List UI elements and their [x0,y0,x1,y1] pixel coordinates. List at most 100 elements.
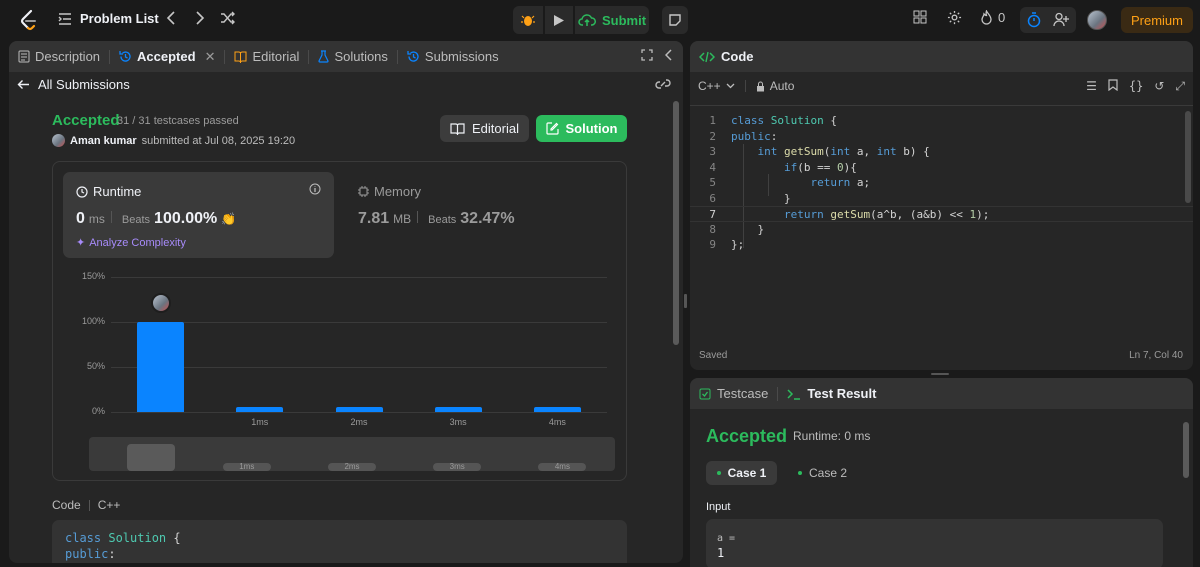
layout-button[interactable] [913,10,927,27]
x-tick-label: 2ms [350,417,368,427]
chart-range-slider[interactable]: 1ms 2ms 3ms 4ms [89,437,615,471]
code-line: 8 } [709,222,765,236]
runtime-beats-value: 100.00% [154,210,218,227]
chart-bar-2ms[interactable] [335,407,383,412]
overview-tick: 3ms [433,463,482,471]
submission-status: Accepted [52,112,120,129]
left-scrollbar[interactable] [673,101,679,345]
chip-icon [358,186,369,197]
braces-icon[interactable]: {} [1129,79,1143,94]
input-var: a = [717,533,736,544]
premium-button[interactable]: Premium [1121,7,1193,33]
memory-card[interactable]: Memory [358,184,421,199]
editor-scrollbar[interactable] [1185,111,1191,203]
editorial-button[interactable]: Editorial [440,115,529,142]
share-link-button[interactable] [655,78,671,93]
horizontal-resize-handle[interactable] [931,373,949,375]
next-problem-button[interactable] [191,11,209,29]
cloud-upload-icon [578,14,596,26]
tab-submissions[interactable]: Submissions [398,41,508,72]
code-line: 1 class Solution { [709,114,837,127]
book-icon [234,51,247,63]
leetcode-logo[interactable] [18,9,38,31]
chart-bar-0ms[interactable] [137,322,185,412]
random-problem-button[interactable] [219,11,237,29]
submitted-code[interactable]: class Solution { public: [52,520,627,563]
add-friend-icon[interactable] [1053,12,1070,27]
note-icon [669,14,681,26]
clap-icon: 👏 [221,212,237,226]
x-tick-label: 4ms [548,417,566,427]
runtime-header: Runtime [76,184,141,199]
tab-solutions[interactable]: Solutions [309,41,396,72]
gridline [111,412,607,413]
chart-bar-1ms[interactable] [236,407,284,412]
prev-problem-button[interactable] [162,11,180,29]
tab-test-result[interactable]: Test Result [778,386,885,401]
slider-handle[interactable] [127,444,175,471]
memory-beats-label: Beats [428,214,457,226]
panel-controls [641,49,673,61]
debug-button[interactable] [513,6,543,34]
gridline [111,322,607,323]
shuffle-icon [221,11,235,25]
language-select[interactable]: C++ [698,79,735,93]
stopwatch-icon[interactable] [1027,12,1041,28]
divider [110,211,112,223]
test-result-status: Accepted [706,426,788,446]
settings-button[interactable] [947,10,962,28]
runtime-card[interactable]: Runtime 0 ms Beats 100.00% 👏 ✦ Analyze C… [63,172,334,258]
submitter-info: Aman kumar submitted at Jul 08, 2025 19:… [52,134,295,147]
submit-button[interactable]: Submit [575,6,649,34]
code-editor[interactable]: 1 class Solution { 2 public: 3 int getSum(… [690,105,1193,345]
user-avatar[interactable] [1087,10,1107,30]
streak-count: 0 [998,10,1006,25]
code-panel-header: Code [690,41,1193,72]
collapse-icon[interactable] [665,49,673,61]
tab-submissions-label: Submissions [424,49,499,64]
y-tick-label: 50% [86,361,105,371]
mode-select[interactable]: Auto [756,79,794,93]
run-toolbar: Submit [513,6,649,34]
tab-testcase[interactable]: Testcase [690,386,777,401]
sparkle-icon: ✦ [76,237,86,249]
tab-description[interactable]: Description [9,41,109,72]
fullscreen-icon[interactable]: ⤢ [1175,79,1185,94]
test-result-runtime: Runtime: 0 ms [793,429,871,443]
maximize-icon[interactable] [641,49,653,61]
solution-button[interactable]: Solution [536,115,627,142]
input-box[interactable]: a = 1 [706,519,1163,567]
streak-counter[interactable]: 0 [980,10,1005,25]
memory-value-row: 7.81 MB Beats 32.47% [358,210,515,228]
analyze-complexity-link[interactable]: ✦ Analyze Complexity [76,236,186,250]
pass-dot [798,471,802,475]
chart-bar-3ms[interactable] [434,407,482,412]
tab-accepted[interactable]: Accepted ✕ [110,41,224,72]
submitter-name[interactable]: Aman kumar [70,135,137,147]
case-1-tab[interactable]: Case 1 [706,461,777,485]
test-panel-tabs: Testcase Test Result [690,378,1193,409]
tab-editorial[interactable]: Editorial [225,41,308,72]
memory-unit: MB [393,212,412,226]
avatar[interactable] [52,134,65,147]
vertical-resize-handle[interactable] [684,294,687,308]
back-to-submissions[interactable]: All Submissions [17,77,130,92]
format-icon[interactable]: ☰ [1086,79,1097,94]
test-panel-scrollbar[interactable] [1183,422,1189,478]
close-icon[interactable]: ✕ [205,49,216,65]
divider [744,80,746,92]
reset-icon[interactable]: ↺ [1154,79,1164,94]
case-2-tab[interactable]: Case 2 [798,461,847,485]
code-panel-title: Code [721,49,754,64]
chart-bar-4ms[interactable] [533,407,581,412]
notes-button[interactable] [662,6,688,34]
runtime-unit: ms [88,212,105,226]
bookmark-icon[interactable] [1108,79,1118,94]
flask-icon [318,50,330,63]
editorial-button-label: Editorial [472,121,519,136]
language-label: C++ [698,79,721,93]
run-button[interactable] [545,6,573,34]
info-icon[interactable] [309,183,321,198]
timer-group [1020,7,1076,33]
problem-list-button[interactable]: Problem List [58,11,159,26]
